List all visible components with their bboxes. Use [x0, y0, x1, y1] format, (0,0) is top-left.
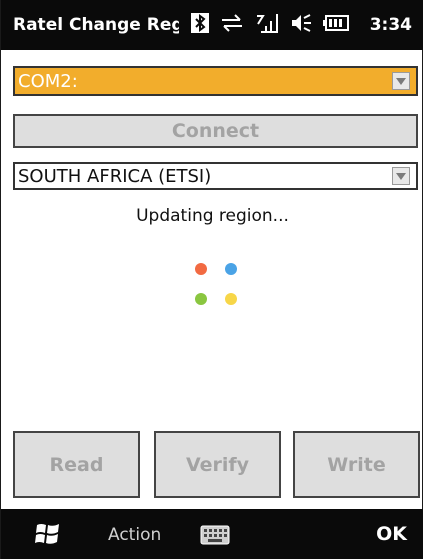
bluetooth-icon	[191, 13, 209, 37]
write-button[interactable]: Write	[293, 431, 420, 498]
read-button[interactable]: Read	[13, 431, 140, 498]
clock: 3:34	[369, 15, 412, 35]
connect-button[interactable]: Connect	[13, 114, 418, 148]
volume-icon	[290, 13, 312, 37]
com-port-select[interactable]: COM2:	[13, 66, 418, 96]
sync-icon	[220, 13, 244, 37]
signal-icon	[255, 12, 279, 38]
chevron-down-icon[interactable]	[392, 167, 410, 185]
status-message: Updating region...	[136, 206, 289, 226]
spinner-dot-blue	[225, 263, 237, 275]
verify-button[interactable]: Verify	[154, 431, 281, 498]
com-port-value: COM2:	[18, 70, 78, 92]
spinner-dot-green	[195, 293, 207, 305]
chevron-down-icon[interactable]	[392, 72, 410, 90]
region-select[interactable]: SOUTH AFRICA (ETSI)	[13, 162, 418, 190]
windows-start-icon[interactable]	[34, 522, 62, 550]
busy-spinner-icon	[195, 263, 245, 311]
action-softkey[interactable]: Action	[108, 525, 161, 545]
app-title: Ratel Change Regio	[13, 15, 179, 35]
region-value: SOUTH AFRICA (ETSI)	[18, 165, 212, 187]
device-screen: Ratel Change Regio	[0, 0, 423, 559]
title-bar: Ratel Change Regio	[1, 0, 423, 50]
keyboard-icon[interactable]	[200, 525, 230, 549]
spinner-dot-red	[195, 263, 207, 275]
spinner-dot-yellow	[225, 293, 237, 305]
status-icons	[191, 12, 360, 38]
battery-icon	[323, 14, 349, 36]
ok-softkey[interactable]: OK	[376, 523, 407, 545]
soft-key-bar: Action OK	[1, 509, 423, 559]
